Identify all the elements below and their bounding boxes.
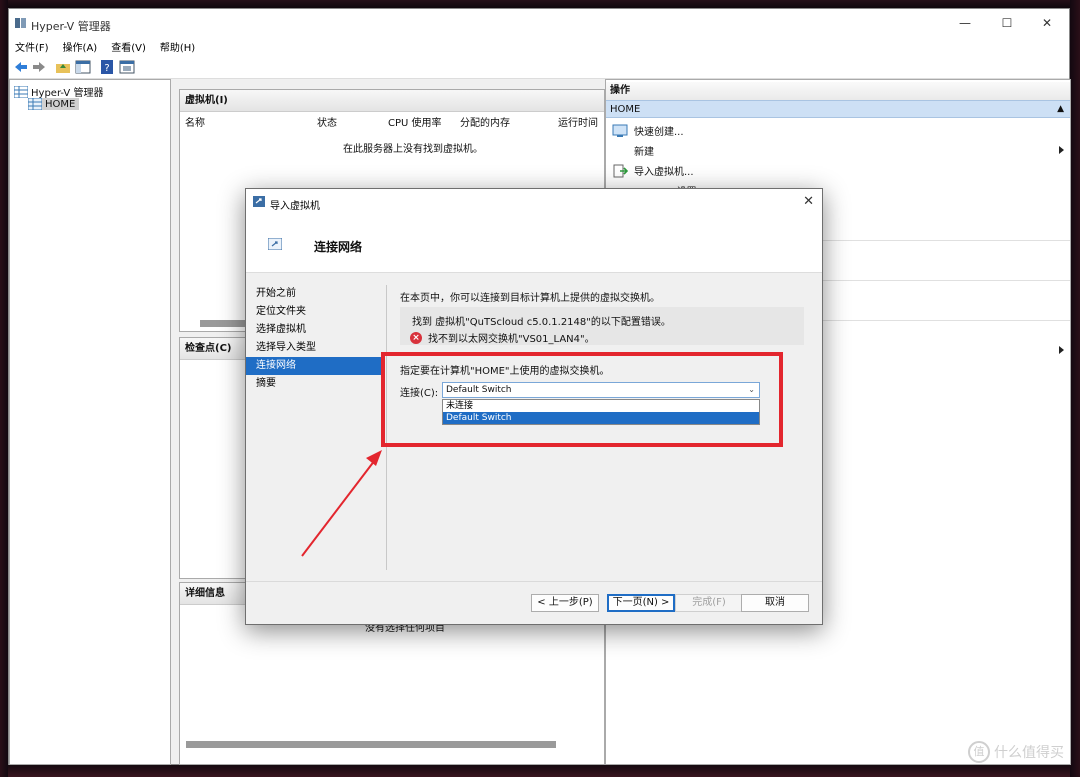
submenu-arrow-icon xyxy=(1059,146,1064,154)
col-memory[interactable]: 分配的内存 xyxy=(460,114,510,129)
col-name[interactable]: 名称 xyxy=(185,114,205,129)
console-tree-icon[interactable] xyxy=(75,59,91,75)
actions-section-home[interactable]: HOME ▲ xyxy=(606,100,1070,118)
dialog-title: 导入虚拟机 xyxy=(270,201,320,212)
error-detail-text: 找不到以太网交换机"VS01_LAN4"。 xyxy=(428,334,595,345)
menu-action[interactable]: 操作(A) xyxy=(63,39,98,54)
action-quick-create[interactable]: 快速创建... xyxy=(612,123,684,138)
properties-icon[interactable] xyxy=(119,59,135,75)
action-new-label: 新建 xyxy=(634,147,654,158)
quick-create-icon xyxy=(612,124,628,137)
annotation-highlight-box xyxy=(381,352,783,447)
dialog-title-bar: 导入虚拟机 ✕ xyxy=(246,189,822,215)
vm-empty-message: 在此服务器上没有找到虚拟机。 xyxy=(343,144,483,155)
tree-item-hyperv-manager[interactable]: Hyper-V 管理器 xyxy=(14,84,103,99)
import-vm-icon xyxy=(613,164,628,177)
action-new[interactable]: 新建 xyxy=(634,143,654,158)
maximize-button[interactable]: ☐ xyxy=(987,13,1027,33)
submenu-arrow-icon xyxy=(1059,346,1064,354)
error-summary: 找到 虚拟机"QuTScloud c5.0.1.2148"的以下配置错误。 xyxy=(412,317,671,328)
svg-text:?: ? xyxy=(104,63,109,74)
cancel-button[interactable]: 取消 xyxy=(741,594,809,612)
dialog-close-icon[interactable]: ✕ xyxy=(803,194,814,209)
details-horizontal-scrollbar[interactable] xyxy=(186,741,556,748)
action-quick-create-label: 快速创建... xyxy=(634,127,684,138)
error-icon: × xyxy=(410,331,422,344)
step-select-vm[interactable]: 选择虚拟机 xyxy=(246,321,384,339)
collapse-up-icon[interactable]: ▲ xyxy=(1057,101,1064,118)
step-before-you-begin[interactable]: 开始之前 xyxy=(246,285,384,303)
server-icon xyxy=(28,98,42,110)
connect-network-icon xyxy=(268,238,282,250)
step-import-type[interactable]: 选择导入类型 xyxy=(246,339,384,357)
actions-section-label: HOME xyxy=(610,104,641,115)
menu-bar: 文件(F) 操作(A) 查看(V) 帮助(H) xyxy=(9,37,1069,55)
footer-divider xyxy=(246,581,822,582)
forward-icon[interactable] xyxy=(31,59,47,75)
hyperv-manager-icon xyxy=(14,85,28,98)
toolbar: ? xyxy=(9,55,1069,79)
close-button[interactable]: ✕ xyxy=(1027,13,1067,33)
tree-home-label: HOME xyxy=(45,98,76,110)
col-uptime[interactable]: 运行时间 xyxy=(558,114,598,129)
config-error-box: 找到 虚拟机"QuTScloud c5.0.1.2148"的以下配置错误。 × … xyxy=(400,307,804,345)
up-folder-icon[interactable] xyxy=(55,59,71,75)
menu-view[interactable]: 查看(V) xyxy=(111,39,146,54)
import-dialog-icon xyxy=(253,196,265,207)
step-locate-folder[interactable]: 定位文件夹 xyxy=(246,303,384,321)
action-import-vm[interactable]: 导入虚拟机... xyxy=(612,163,694,178)
banner-title: 连接网络 xyxy=(314,240,363,254)
step-summary[interactable]: 摘要 xyxy=(246,375,384,393)
step-connect-network[interactable]: 连接网络 xyxy=(246,357,384,375)
help-icon[interactable]: ? xyxy=(99,59,115,75)
intro-text: 在本页中，你可以连接到目标计算机上提供的虚拟交换机。 xyxy=(400,293,660,304)
previous-button[interactable]: < 上一步(P) xyxy=(531,594,599,612)
watermark-text: 什么值得买 xyxy=(994,745,1064,761)
hyperv-app-icon xyxy=(15,18,26,28)
finish-button[interactable]: 完成(F) xyxy=(675,594,743,612)
action-import-vm-label: 导入虚拟机... xyxy=(634,167,694,178)
wizard-steps: 开始之前 定位文件夹 选择虚拟机 选择导入类型 连接网络 摘要 xyxy=(246,285,384,393)
console-tree: Hyper-V 管理器 HOME xyxy=(9,79,171,765)
back-icon[interactable] xyxy=(13,59,29,75)
watermark-logo-icon: 值 xyxy=(968,741,990,763)
menu-help[interactable]: 帮助(H) xyxy=(160,39,195,54)
tree-root-label: Hyper-V 管理器 xyxy=(31,88,104,99)
annotation-arrow-icon xyxy=(301,450,382,557)
window-title: Hyper-V 管理器 xyxy=(31,20,111,33)
next-button[interactable]: 下一页(N) > xyxy=(607,594,675,612)
col-cpu[interactable]: CPU 使用率 xyxy=(388,114,442,129)
dialog-banner: 连接网络 xyxy=(246,215,822,273)
tree-item-home[interactable]: HOME xyxy=(28,98,80,110)
vm-panel-title: 虚拟机(I) xyxy=(180,90,604,112)
actions-title: 操作 xyxy=(606,82,1070,100)
error-detail: × 找不到以太网交换机"VS01_LAN4"。 xyxy=(410,330,595,345)
title-bar: Hyper-V 管理器 — ☐ ✕ xyxy=(9,9,1069,37)
watermark: 值 什么值得买 xyxy=(968,741,1064,763)
minimize-button[interactable]: — xyxy=(945,13,985,33)
col-state[interactable]: 状态 xyxy=(317,114,337,129)
menu-file[interactable]: 文件(F) xyxy=(15,39,49,54)
